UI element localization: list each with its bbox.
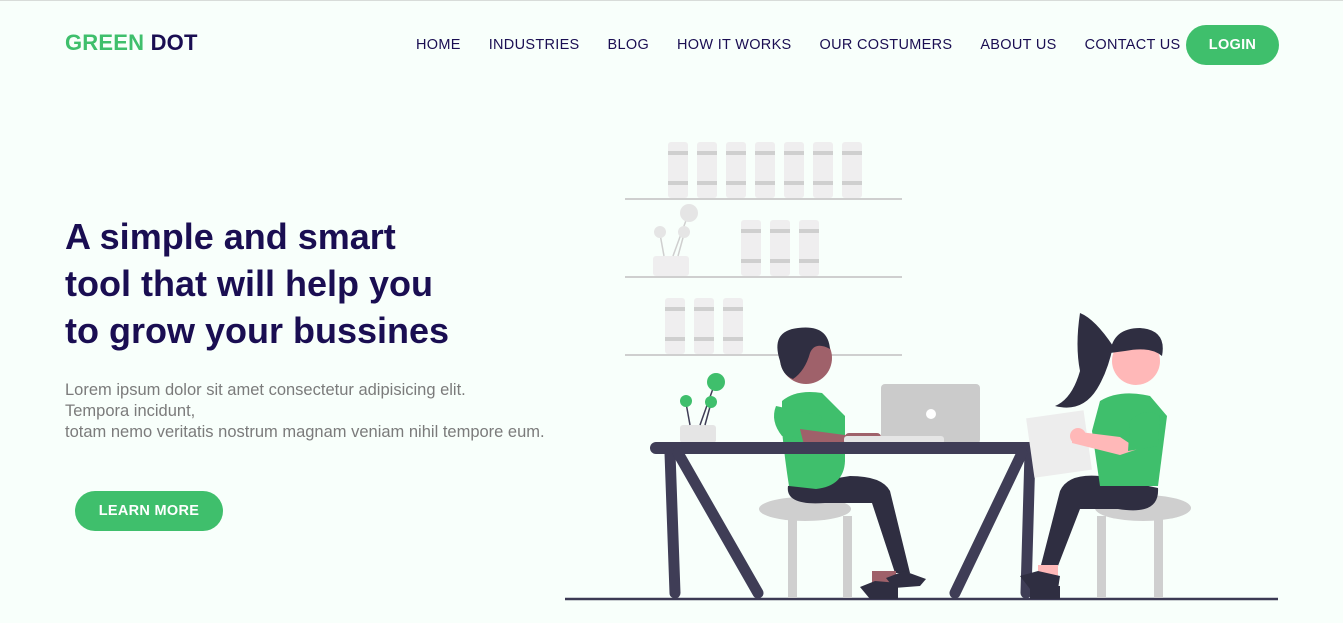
nav-item-contact-us[interactable]: CONTACT US <box>1085 37 1181 53</box>
nav-item-blog[interactable]: BLOG <box>608 37 650 53</box>
hero-description-line: totam nemo veritatis nostrum magnam veni… <box>65 423 545 441</box>
right-person <box>1020 313 1167 599</box>
hero-title-line: tool that will help you <box>65 263 433 304</box>
brand-logo-part1: GREEN <box>65 30 145 55</box>
hero-title-line: to grow your bussines <box>65 310 450 351</box>
hero-title: A simple and smart tool that will help y… <box>65 213 449 354</box>
bookshelf <box>625 142 902 356</box>
left-stool <box>759 497 852 598</box>
main-nav: HOME INDUSTRIES BLOG HOW IT WORKS OUR CO… <box>416 37 1181 53</box>
learn-more-button[interactable]: LEARN MORE <box>75 491 223 531</box>
nav-item-our-costumers[interactable]: OUR COSTUMERS <box>820 37 953 53</box>
nav-item-about-us[interactable]: ABOUT US <box>980 37 1056 53</box>
table-plant <box>680 373 725 443</box>
nav-item-home[interactable]: HOME <box>416 37 461 53</box>
nav-item-how-it-works[interactable]: HOW IT WORKS <box>677 37 792 53</box>
hero-description: Lorem ipsum dolor sit amet consectetur a… <box>65 380 555 443</box>
hero-description-line: Lorem ipsum dolor sit amet consectetur a… <box>65 381 466 399</box>
right-stool <box>1095 495 1191 598</box>
two-people-working-at-table-illustration <box>565 142 1278 601</box>
hero-description-line: Tempora incidunt, <box>65 402 196 420</box>
login-button[interactable]: LOGIN <box>1186 25 1279 65</box>
brand-logo-part2: DOT <box>150 30 198 55</box>
brand-logo[interactable]: GREEN DOT <box>65 30 198 56</box>
hero-title-line: A simple and smart <box>65 216 396 257</box>
nav-item-industries[interactable]: INDUSTRIES <box>489 37 580 53</box>
